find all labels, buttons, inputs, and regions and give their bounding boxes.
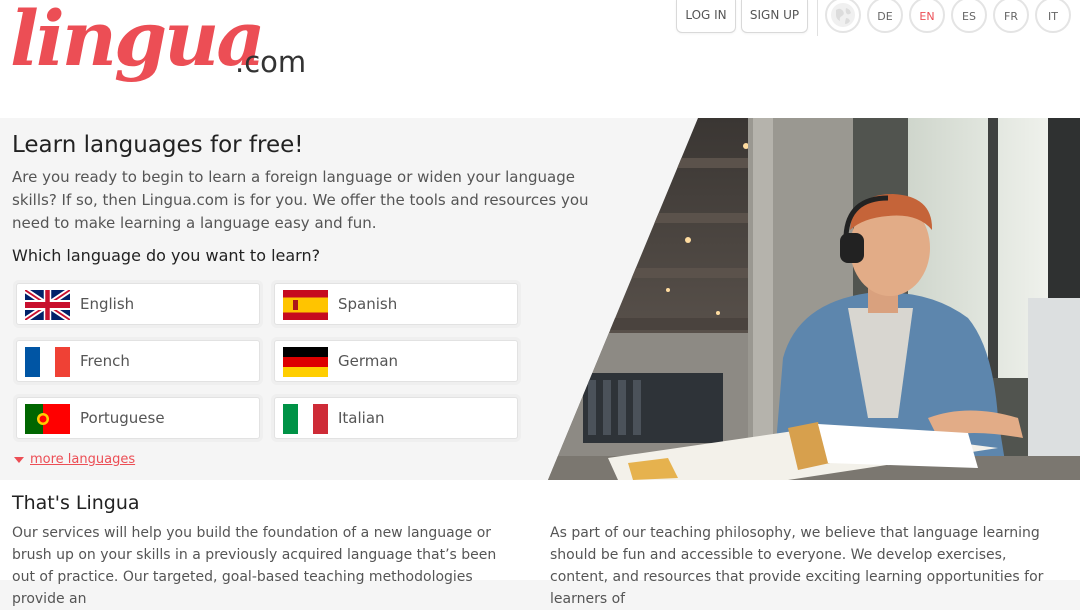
language-card-italian[interactable]: Italian — [274, 397, 518, 439]
france-flag-icon — [25, 347, 70, 377]
language-card-label: Portuguese — [80, 409, 165, 427]
site-language-en[interactable]: EN — [909, 0, 945, 33]
logo-wordmark: lingua — [10, 0, 266, 83]
more-languages-link[interactable]: more languages — [14, 452, 135, 467]
site-language-label: EN — [919, 10, 935, 23]
triangle-down-icon — [14, 456, 24, 463]
site-language-de[interactable]: DE — [867, 0, 903, 33]
header-divider — [817, 0, 818, 36]
spain-flag-icon — [283, 290, 328, 320]
language-card-label: French — [80, 352, 130, 370]
hero-intro: Are you ready to begin to learn a foreig… — [12, 168, 589, 232]
site-language-label: IT — [1048, 10, 1058, 23]
language-card-french[interactable]: French — [16, 340, 260, 382]
hero-title: Learn languages for free! — [12, 132, 304, 158]
about-text-left: Our services will help you build the fou… — [12, 525, 497, 607]
language-question: Which language do you want to learn? — [12, 246, 321, 265]
language-card-portuguese[interactable]: Portuguese — [16, 397, 260, 439]
globe-icon[interactable] — [825, 0, 861, 33]
language-card-german[interactable]: German — [274, 340, 518, 382]
language-card-spanish[interactable]: Spanish — [274, 283, 518, 325]
site-language-label: FR — [1004, 10, 1018, 23]
site-logo[interactable]: lingua .com — [8, 0, 308, 102]
more-languages-label: more languages — [30, 452, 136, 467]
site-header: lingua .com LOG IN SIGN UP DE EN ES FR I… — [0, 0, 1080, 118]
logo-domain-suffix: .com — [235, 45, 307, 79]
about-text-right: As part of our teaching philosophy, we b… — [550, 525, 1044, 607]
germany-flag-icon — [283, 347, 328, 377]
signup-button-label: SIGN UP — [749, 8, 800, 22]
language-card-english[interactable]: English — [16, 283, 260, 325]
signup-button[interactable]: SIGN UP — [741, 0, 808, 33]
login-button-label: LOG IN — [685, 8, 727, 22]
language-card-label: English — [80, 295, 135, 313]
language-card-label: Italian — [338, 409, 385, 427]
portugal-flag-icon — [25, 404, 70, 434]
hero-photo — [548, 118, 1080, 480]
language-card-label: German — [338, 352, 399, 370]
uk-flag-icon — [25, 290, 70, 320]
language-card-label: Spanish — [338, 295, 398, 313]
site-language-fr[interactable]: FR — [993, 0, 1029, 33]
italy-flag-icon — [283, 404, 328, 434]
site-language-label: DE — [877, 10, 893, 23]
about-title: That's Lingua — [12, 492, 140, 514]
site-language-es[interactable]: ES — [951, 0, 987, 33]
site-language-label: ES — [962, 10, 976, 23]
login-button[interactable]: LOG IN — [676, 0, 736, 33]
site-language-it[interactable]: IT — [1035, 0, 1071, 33]
